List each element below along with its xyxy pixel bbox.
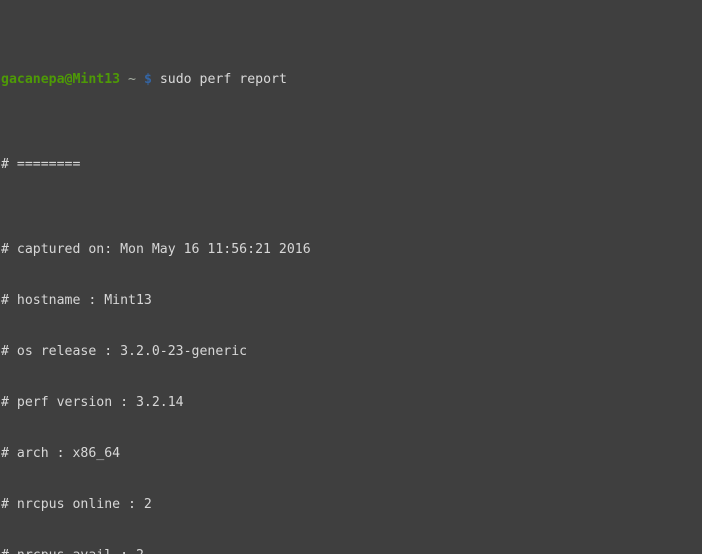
report-separator-top: # ======== (1, 156, 702, 173)
prompt-space-2 (136, 72, 144, 87)
prompt-line-command: gacanepa@Mint13 ~ $ sudo perf report (1, 71, 702, 88)
report-header-line: # captured on: Mon May 16 11:56:21 2016 (1, 241, 702, 258)
terminal-window[interactable]: gacanepa@Mint13 ~ $ sudo perf report # =… (0, 0, 702, 554)
report-header-line: # hostname : Mint13 (1, 292, 702, 309)
prompt-space-1 (120, 72, 128, 87)
prompt-symbol: $ (144, 72, 152, 87)
report-header-line: # nrcpus avail : 2 (1, 547, 702, 554)
command-text: sudo perf report (160, 72, 287, 87)
report-header-line: # arch : x86_64 (1, 445, 702, 462)
prompt-path: ~ (128, 72, 136, 87)
report-header-line: # os release : 3.2.0-23-generic (1, 343, 702, 360)
prompt-user-host: gacanepa@Mint13 (1, 72, 120, 87)
prompt-space-3 (152, 72, 160, 87)
report-header-line: # nrcpus online : 2 (1, 496, 702, 513)
report-header-line: # perf version : 3.2.14 (1, 394, 702, 411)
